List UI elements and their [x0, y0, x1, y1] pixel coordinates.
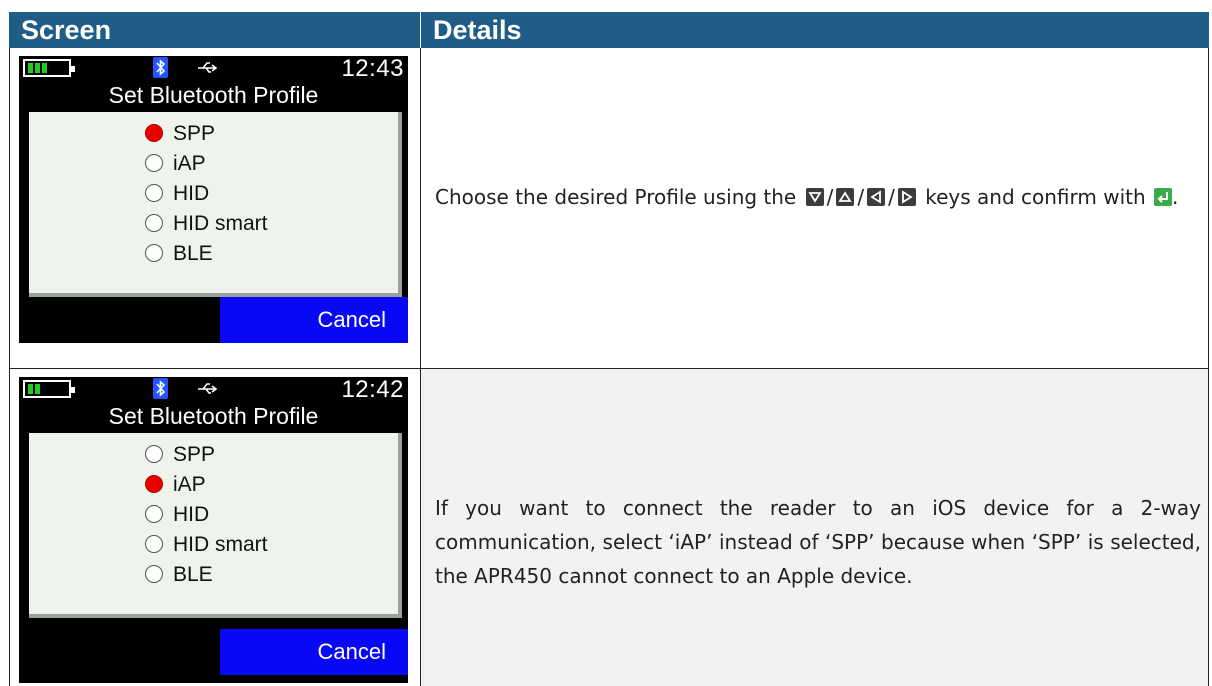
radio-icon [145, 505, 163, 523]
radio-icon [145, 154, 163, 172]
right-key-icon [897, 188, 916, 206]
device-screen-1: 12:43 Set Bluetooth Profile SPP iAP HID … [19, 56, 408, 343]
key-separator: / [826, 185, 834, 209]
down-key-icon [805, 188, 824, 206]
up-key-icon [836, 188, 855, 206]
instructions-table: Screen Details 12:43 Set Bluetooth Profi… [9, 12, 1209, 686]
details-text-after: . [1172, 185, 1179, 209]
screen-title: Set Bluetooth Profile [108, 82, 319, 108]
header-details: Details [421, 12, 1209, 48]
table-border-left [9, 48, 10, 686]
details-text-before: Choose the desired Profile using the [435, 185, 797, 209]
radio-icon [145, 565, 163, 583]
battery-icon [23, 59, 75, 77]
usb-icon [198, 62, 218, 73]
table-row-divider [9, 368, 1209, 369]
radio-icon [145, 244, 163, 262]
details-text-2: If you want to connect the reader to an … [435, 496, 1201, 588]
clock: 12:43 [341, 56, 404, 82]
table-column-divider [420, 48, 421, 686]
usb-icon [198, 383, 218, 394]
table-border-right [1208, 48, 1209, 686]
cancel-button[interactable]: Cancel [220, 297, 408, 343]
device-screen-2: 12:42 Set Bluetooth Profile SPP iAP HID … [19, 377, 408, 683]
radio-selected-icon [145, 475, 163, 493]
screen-title: Set Bluetooth Profile [108, 403, 319, 429]
enter-key-icon [1154, 188, 1172, 206]
radio-icon [145, 445, 163, 463]
profile-dialog: SPP iAP HID HID smart BLE [29, 433, 402, 618]
radio-icon [145, 184, 163, 202]
radio-icon [145, 535, 163, 553]
battery-icon [23, 380, 75, 398]
key-separator: / [888, 185, 895, 209]
radio-selected-icon [145, 124, 163, 142]
header-screen: Screen [9, 12, 420, 48]
status-bar: 12:42 [19, 377, 408, 403]
bluetooth-icon [153, 378, 168, 399]
status-bar: 12:43 [19, 56, 408, 82]
profile-dialog: SPP iAP HID HID smart BLE [29, 112, 402, 297]
details-text-1: Choose the desired Profile using the / / /… [435, 180, 1201, 214]
radio-icon [145, 214, 163, 232]
details-text-middle: keys and confirm with [925, 185, 1146, 209]
cancel-button[interactable]: Cancel [220, 629, 408, 675]
bluetooth-icon [153, 57, 168, 78]
clock: 12:42 [341, 377, 404, 403]
left-key-icon [867, 188, 886, 206]
key-separator: / [857, 185, 865, 209]
